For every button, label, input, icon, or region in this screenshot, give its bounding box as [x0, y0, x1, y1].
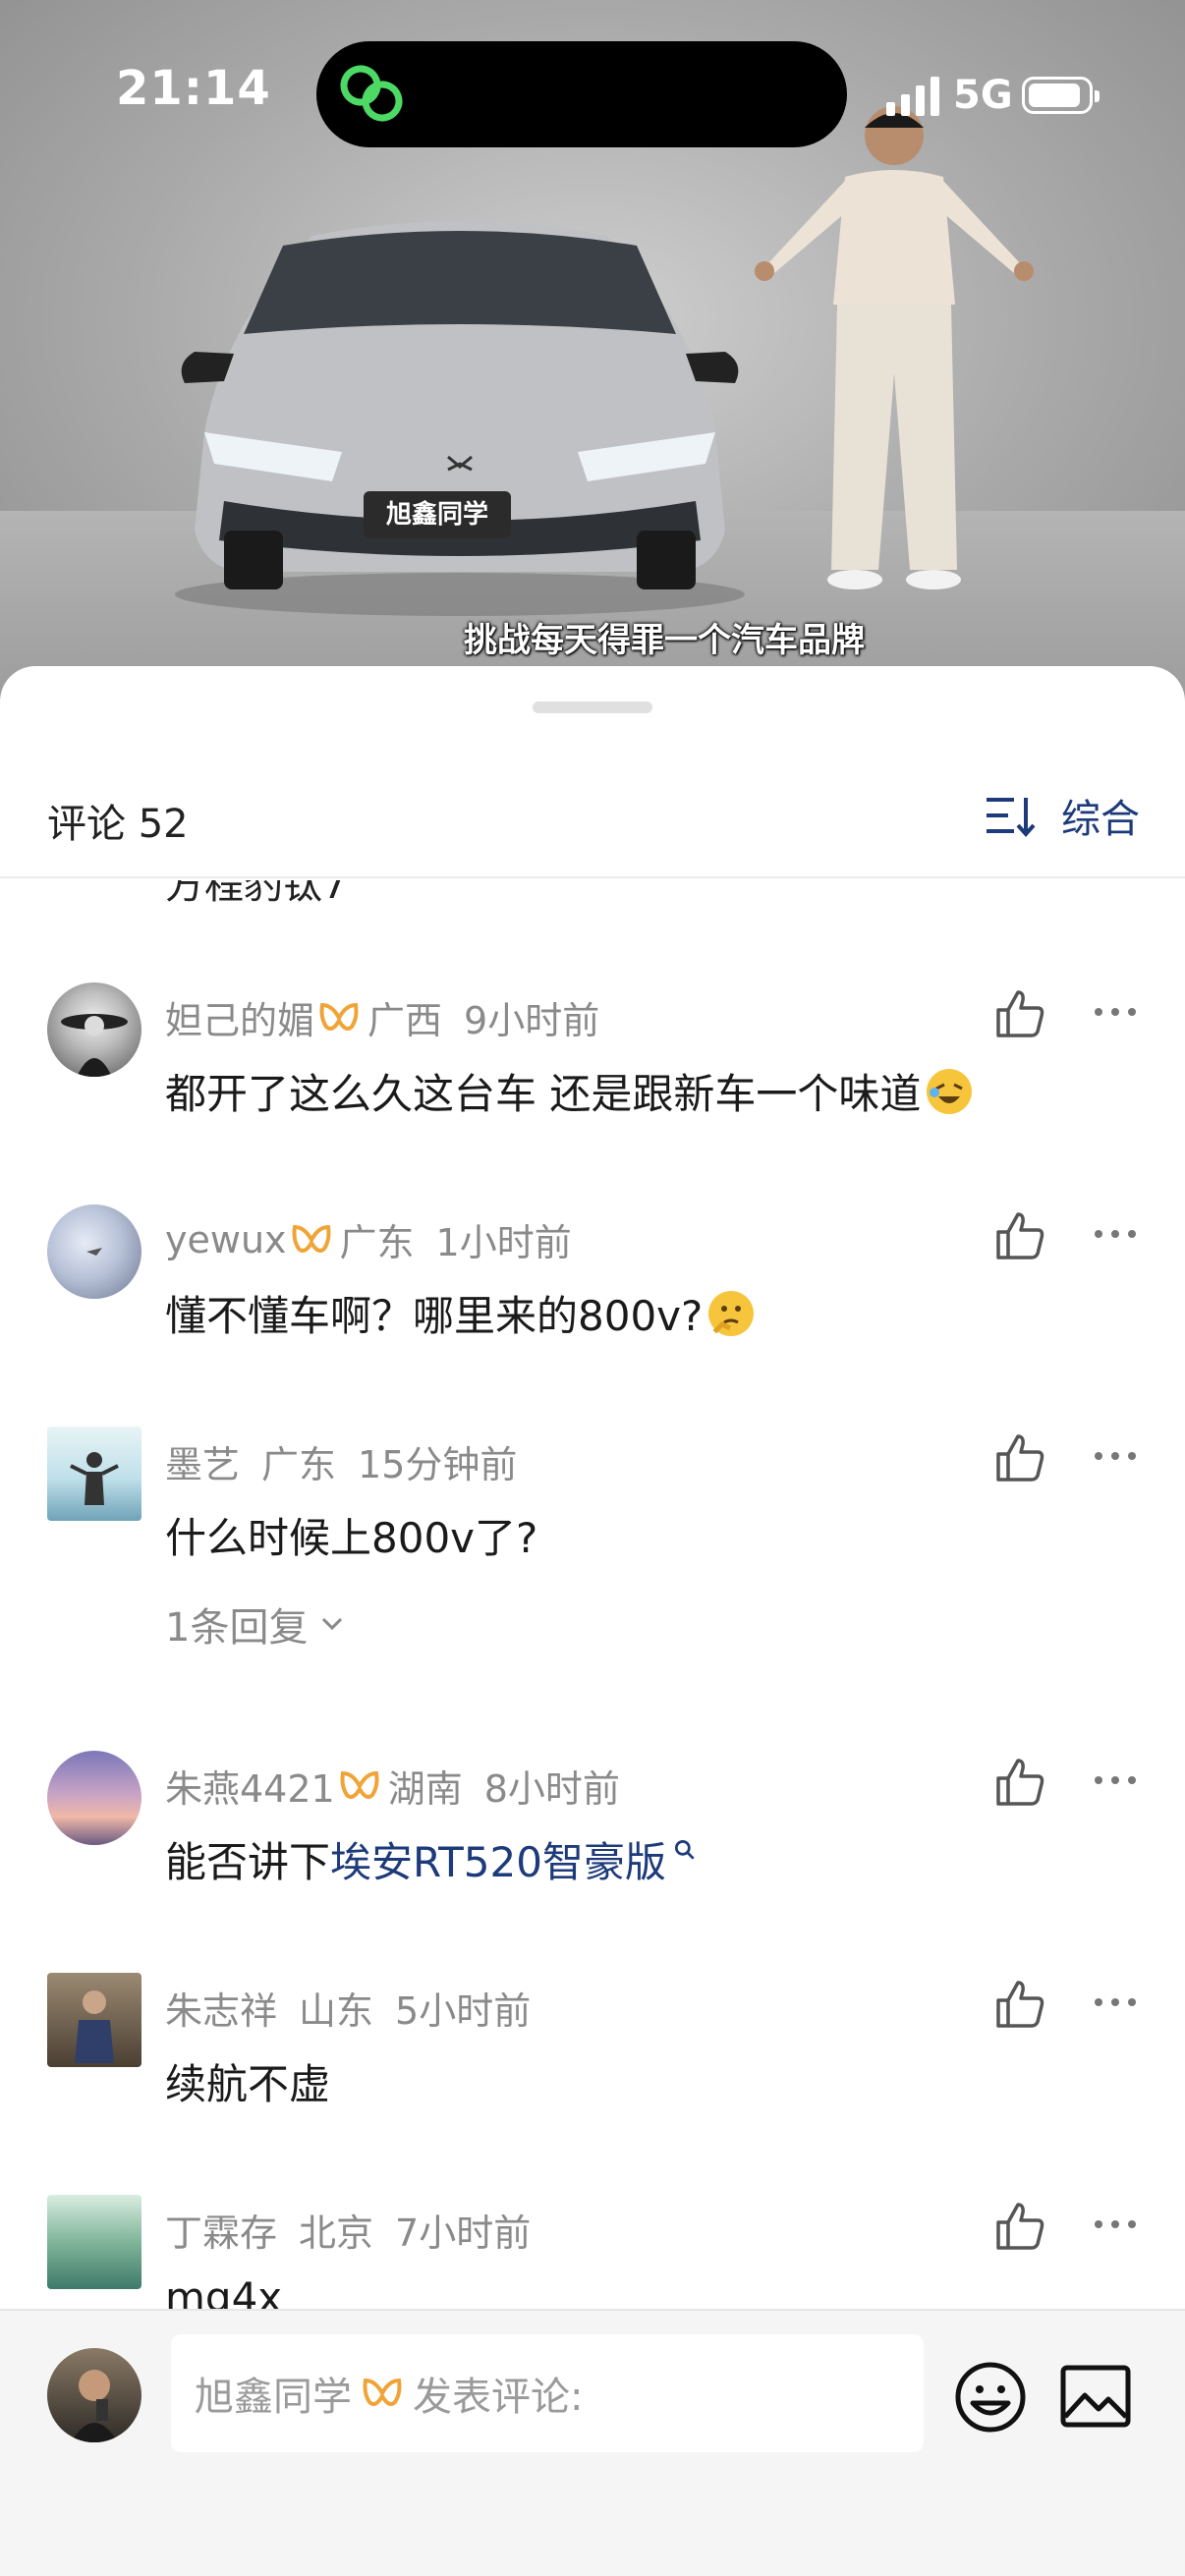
timestamp: 15分钟前: [358, 1443, 518, 1486]
more-options-icon[interactable]: [1091, 1761, 1140, 1800]
car-plate-text: 旭鑫同学: [386, 499, 488, 530]
region: 广东: [339, 1221, 415, 1264]
signal-icon: [886, 77, 939, 116]
replies-count: 1条回复: [165, 1605, 309, 1651]
comments-header: 评论 52 综合: [0, 756, 1185, 878]
comment-text: 都开了这么久这台车 还是跟新车一个味道: [165, 1061, 974, 1121]
like-icon[interactable]: [992, 1755, 1047, 1810]
more-options-icon[interactable]: [1091, 1436, 1140, 1476]
timestamp: 5小时前: [395, 1989, 532, 2033]
timestamp: 9小时前: [464, 999, 600, 1042]
timestamp: 1小时前: [435, 1221, 572, 1264]
search-link[interactable]: 埃安RT520智豪版: [330, 1829, 666, 1889]
avatar[interactable]: [47, 1973, 141, 2067]
car-image: 旭鑫同学: [175, 221, 745, 616]
rofl-emoji-icon: [927, 1068, 973, 1114]
username[interactable]: 妲己的媚: [165, 990, 314, 1044]
vip-badge-icon: [363, 2378, 402, 2406]
comment-meta: 墨艺 广东 15分钟前: [165, 1434, 517, 1488]
comment-body: mg4x: [165, 2273, 283, 2309]
timestamp: 8小时前: [483, 1767, 620, 1811]
thinking-emoji-icon: [708, 1290, 755, 1336]
sort-label: 综合: [1061, 797, 1140, 842]
username[interactable]: yewux: [165, 1218, 287, 1261]
image-icon[interactable]: [1059, 2364, 1132, 2429]
avatar[interactable]: [47, 1204, 141, 1299]
comment-body: 懂不懂车啊？哪里来的800v?: [165, 1292, 704, 1340]
status-bar: 21:14 5G: [0, 0, 1185, 177]
input-placeholder: 发表评论:: [413, 2375, 584, 2420]
battery-icon: [1022, 77, 1100, 114]
region: 北京: [299, 2212, 374, 2255]
sheet-grabber[interactable]: [533, 701, 652, 713]
comment-meta: 朱燕4421 湖南 8小时前: [165, 1759, 620, 1813]
comment-body: 什么时候上800v了?: [165, 1514, 538, 1562]
more-options-icon[interactable]: [1091, 2205, 1140, 2244]
vip-badge-icon: [340, 1770, 379, 1799]
comment-input-bar: 旭鑫同学 发表评论:: [0, 2309, 1185, 2576]
timestamp: 7小时前: [395, 2212, 532, 2255]
search-icon: [674, 1839, 695, 1860]
comment-text: 续航不虚: [165, 2051, 330, 2111]
comments-count-title: 评论 52: [47, 802, 189, 847]
username[interactable]: 丁霖存: [165, 2203, 277, 2257]
input-username: 旭鑫同学: [195, 2375, 352, 2420]
comment-input[interactable]: 旭鑫同学 发表评论:: [171, 2334, 924, 2452]
comment-meta: 丁霖存 北京 7小时前: [165, 2203, 531, 2257]
region: 湖南: [387, 1767, 463, 1811]
more-options-icon[interactable]: [1091, 1983, 1140, 2022]
avatar[interactable]: [47, 1427, 141, 1521]
username[interactable]: 朱志祥: [165, 1981, 277, 2035]
screen: { "status_bar": {"time": "21:14", "netwo…: [0, 0, 1185, 2576]
like-icon[interactable]: [992, 2199, 1047, 2254]
region: 山东: [299, 1989, 374, 2033]
comment-text: mg4x: [165, 2273, 282, 2309]
comment-text: 什么时候上800v了?: [165, 1505, 537, 1565]
username[interactable]: 朱燕4421: [165, 1759, 335, 1813]
status-time: 21:14: [116, 61, 271, 116]
username[interactable]: 墨艺: [165, 1434, 240, 1488]
video-subtitle: 挑战每天得罪一个汽车品牌: [464, 621, 865, 660]
link-icon: [340, 65, 403, 122]
like-icon[interactable]: [992, 1430, 1047, 1485]
sort-button[interactable]: 综合: [985, 786, 1140, 845]
comment-body: 能否讲下: [165, 1838, 331, 1886]
more-options-icon[interactable]: [1091, 992, 1140, 1032]
avatar[interactable]: [47, 1751, 141, 1845]
partial-comment-text: 方程豹钛7: [165, 880, 348, 908]
emoji-icon[interactable]: [953, 2360, 1028, 2435]
comment-meta: 妲己的媚 广西 9小时前: [165, 990, 599, 1044]
like-icon[interactable]: [992, 986, 1047, 1041]
like-icon[interactable]: [992, 1977, 1047, 2032]
like-icon[interactable]: [992, 1208, 1047, 1263]
comment-meta: yewux 广东 1小时前: [165, 1212, 572, 1266]
vip-badge-icon: [292, 1224, 331, 1253]
sort-icon: [987, 798, 1036, 837]
comment-meta: 朱志祥 山东 5小时前: [165, 1981, 531, 2035]
vip-badge-icon: [319, 1002, 359, 1031]
comments-sheet: 评论 52 综合 方程豹钛7 妲己的媚 广西 9小时前 都开了这么久这台车 还是…: [0, 666, 1185, 2576]
video-player[interactable]: 旭鑫同学 挑战每天得罪一个汽车品牌 21:14 5G: [0, 0, 1185, 707]
comment-text: 懂不懂车啊？哪里来的800v?: [165, 1283, 756, 1343]
comment-body: 续航不虚: [165, 2060, 331, 2108]
chevron-down-icon: [322, 1617, 343, 1631]
more-options-icon[interactable]: [1091, 1214, 1140, 1254]
dynamic-island[interactable]: [316, 41, 847, 147]
comment-body: 都开了这么久这台车 还是跟新车一个味道: [165, 1070, 922, 1118]
region: 广东: [261, 1443, 337, 1486]
network-label: 5G: [953, 73, 1013, 118]
view-replies-button[interactable]: 1条回复: [165, 1596, 347, 1652]
comment-list[interactable]: 方程豹钛7 妲己的媚 广西 9小时前 都开了这么久这台车 还是跟新车一个味道 y…: [0, 880, 1185, 2309]
avatar[interactable]: [47, 982, 141, 1077]
my-avatar[interactable]: [47, 2348, 141, 2442]
comment-text: 能否讲下 埃安RT520智豪版: [165, 1829, 698, 1889]
region: 广西: [367, 999, 443, 1042]
avatar[interactable]: [47, 2195, 141, 2289]
